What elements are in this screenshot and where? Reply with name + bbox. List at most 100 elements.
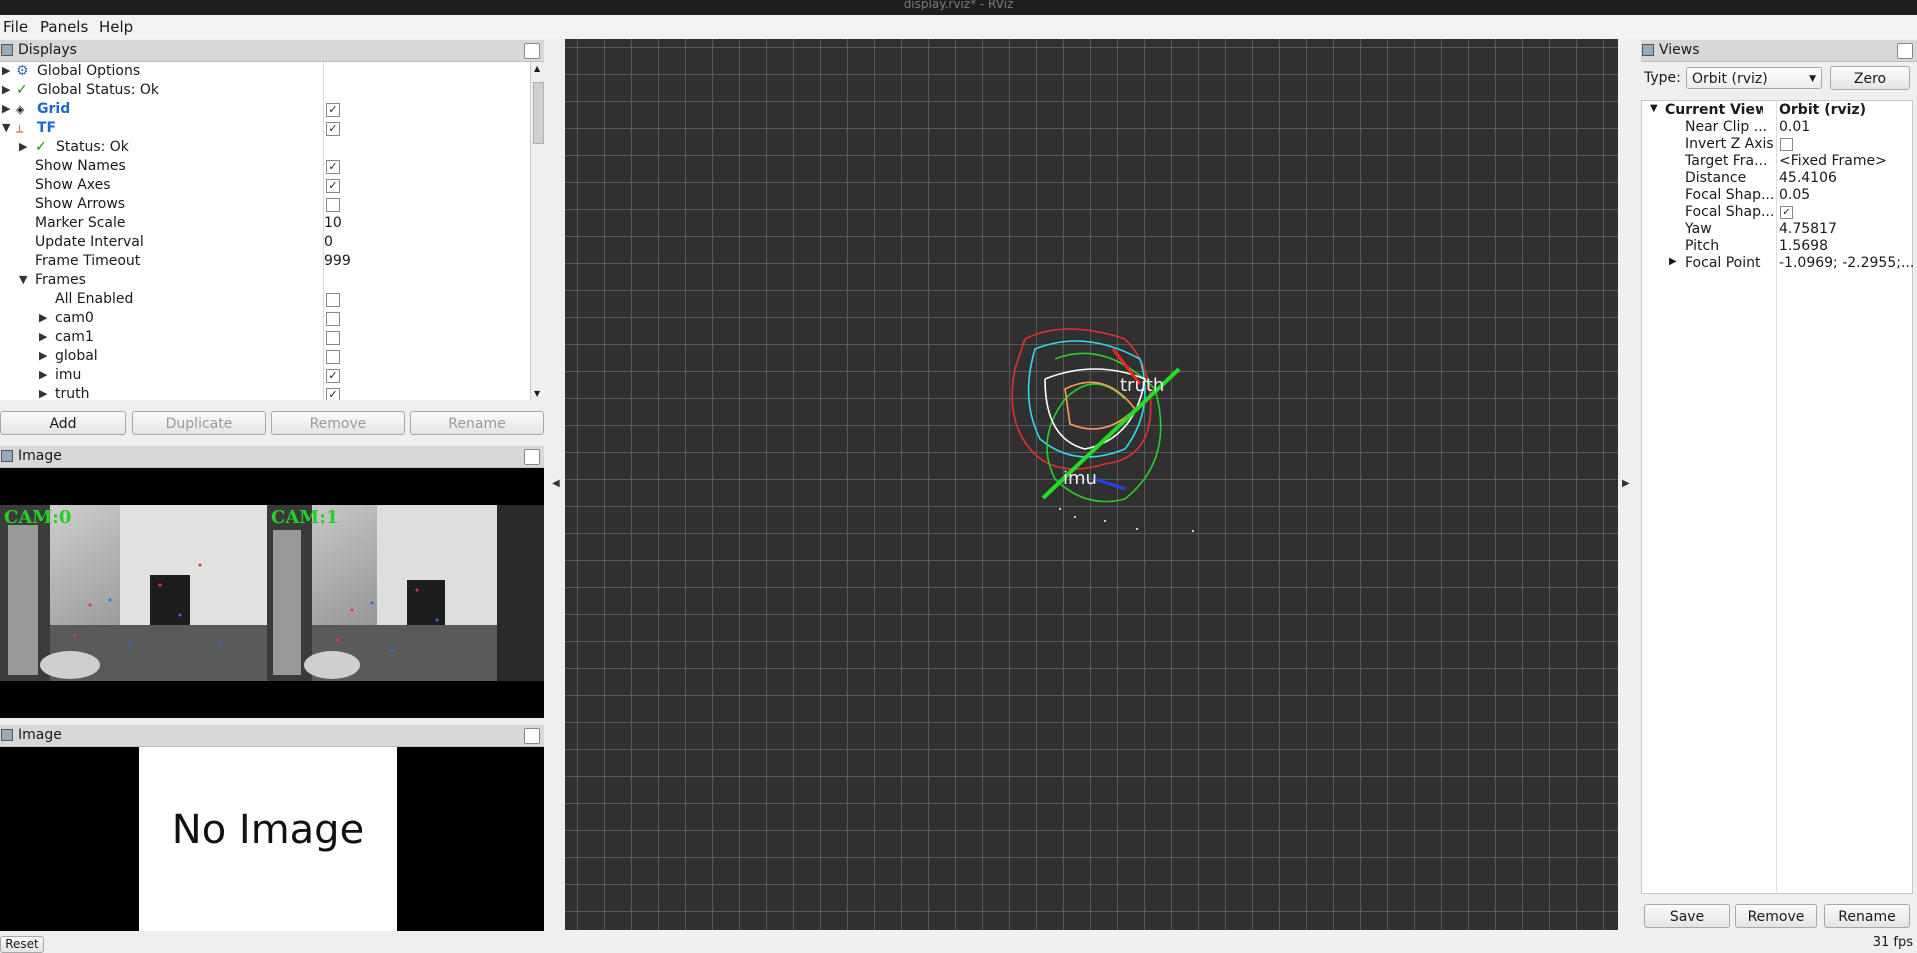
expand-arrow-icon[interactable]: ▶	[2, 83, 10, 96]
prop-row-focal-point[interactable]: ▶ Focal Point -1.0969; -2.2955;...	[1642, 255, 1914, 272]
global-checkbox[interactable]	[326, 350, 340, 364]
show-names-checkbox[interactable]: ✓	[326, 160, 340, 174]
invert-z-checkbox[interactable]	[1780, 138, 1793, 151]
prop-row-target-frame[interactable]: Target Fra... <Fixed Frame>	[1642, 153, 1912, 170]
prop-label: Near Clip ...	[1685, 119, 1768, 135]
duplicate-display-button[interactable]: Duplicate	[132, 411, 266, 435]
tree-row-imu[interactable]: ▶ imu ✓	[0, 366, 530, 385]
focal-shape-fixed-checkbox[interactable]: ✓	[1780, 206, 1793, 219]
expand-arrow-icon[interactable]: ▶	[1669, 256, 1677, 267]
tree-column-divider[interactable]	[323, 62, 324, 400]
expand-arrow-icon[interactable]: ▶	[39, 330, 47, 343]
prop-row-focal-shape-size[interactable]: Focal Shap... 0.05	[1642, 187, 1912, 204]
scroll-down-icon[interactable]: ▼	[534, 389, 540, 398]
cam1-checkbox[interactable]	[326, 331, 340, 345]
expand-arrow-icon[interactable]: ▶	[19, 140, 27, 153]
prop-value[interactable]: 45.4106	[1779, 170, 1837, 186]
grid-enabled-checkbox[interactable]: ✓	[326, 103, 340, 117]
image-panel-2-title: Image	[18, 727, 62, 743]
collapse-arrow-icon[interactable]: ▼	[1650, 103, 1658, 114]
tree-row-truth[interactable]: ▶ truth ✓	[0, 385, 530, 400]
collapse-right-icon[interactable]: ▶	[1622, 478, 1630, 489]
tree-row-frame-timeout[interactable]: Frame Timeout 999	[0, 252, 530, 271]
tree-row-tf[interactable]: ▼ ⟂ TF ✓	[0, 119, 530, 138]
prop-value[interactable]: 0.05	[1779, 187, 1810, 203]
menu-panels[interactable]: Panels	[40, 18, 88, 36]
marker-scale-value[interactable]: 10	[324, 215, 342, 231]
prop-label: Distance	[1685, 170, 1747, 186]
tree-row-frames[interactable]: ▼ Frames	[0, 271, 530, 290]
show-arrows-checkbox[interactable]	[326, 198, 340, 212]
expand-arrow-icon[interactable]: ▶	[39, 311, 47, 324]
cam0-checkbox[interactable]	[326, 312, 340, 326]
tree-row-show-names[interactable]: Show Names ✓	[0, 157, 530, 176]
prop-row-yaw[interactable]: Yaw 4.75817	[1642, 221, 1912, 238]
rename-view-button[interactable]: Rename	[1824, 904, 1910, 928]
remove-display-button[interactable]: Remove	[271, 411, 405, 435]
tree-row-all-enabled[interactable]: All Enabled	[0, 290, 530, 309]
menu-help[interactable]: Help	[99, 18, 133, 36]
panel-float-toggle[interactable]	[524, 449, 540, 465]
tf-enabled-checkbox[interactable]: ✓	[326, 122, 340, 136]
tree-row-cam0[interactable]: ▶ cam0	[0, 309, 530, 328]
add-display-button[interactable]: Add	[0, 411, 126, 435]
prop-row-invert-z[interactable]: Invert Z Axis	[1642, 136, 1912, 153]
trajectory-overlay: truth imu	[1011, 328, 1194, 532]
all-enabled-checkbox[interactable]	[326, 293, 340, 307]
panel-float-toggle[interactable]	[524, 43, 540, 59]
prop-label: Focal Shap...	[1685, 187, 1775, 203]
tree-row-status[interactable]: ▶ ✓ Status: Ok	[0, 138, 530, 157]
prop-value[interactable]: 1.5698	[1779, 238, 1828, 254]
scrollbar-thumb[interactable]	[533, 82, 544, 144]
prop-row-distance[interactable]: Distance 45.4106	[1642, 170, 1912, 187]
panel-float-toggle[interactable]	[1897, 43, 1913, 59]
prop-value[interactable]: 4.75817	[1779, 221, 1837, 237]
zero-view-button[interactable]: Zero	[1830, 66, 1910, 90]
tree-row-grid[interactable]: ▶ ◈ Grid ✓	[0, 100, 530, 119]
tree-row-global-status[interactable]: ▶ ✓ Global Status: Ok	[0, 81, 530, 100]
prop-label: Invert Z Axis	[1685, 136, 1774, 152]
expand-arrow-icon[interactable]: ▶	[39, 368, 47, 381]
expand-arrow-icon[interactable]: ▶	[39, 387, 47, 400]
reset-button[interactable]: Reset	[0, 936, 44, 953]
image-panel-1-header: Image	[0, 446, 544, 468]
displays-scrollbar[interactable]: ▲ ▼	[530, 62, 545, 400]
tree-row-global-options[interactable]: ▶ ⚙ Global Options	[0, 62, 530, 81]
prop-row-near-clip[interactable]: Near Clip ... 0.01	[1642, 119, 1912, 136]
collapse-arrow-icon[interactable]: ▼	[19, 273, 27, 286]
prop-value[interactable]: 0.01	[1779, 119, 1810, 135]
frame-timeout-value[interactable]: 999	[324, 253, 351, 269]
tree-row-global[interactable]: ▶ global	[0, 347, 530, 366]
menu-bar: File Panels Help	[0, 15, 1917, 39]
prop-row-pitch[interactable]: Pitch 1.5698	[1642, 238, 1912, 255]
tree-row-cam1[interactable]: ▶ cam1	[0, 328, 530, 347]
views-column-divider[interactable]	[1776, 100, 1777, 892]
menu-file[interactable]: File	[3, 18, 28, 36]
prop-row-current-view[interactable]: ▼ Current View Orbit (rviz)	[1642, 102, 1912, 119]
collapse-arrow-icon[interactable]: ▼	[2, 121, 10, 134]
remove-view-button[interactable]: Remove	[1735, 904, 1817, 928]
tree-label: Marker Scale	[35, 215, 126, 231]
views-type-select[interactable]: Orbit (rviz) ▼	[1686, 67, 1822, 89]
truth-checkbox[interactable]: ✓	[326, 388, 340, 400]
rename-display-button[interactable]: Rename	[410, 411, 544, 435]
collapse-left-icon[interactable]: ◀	[552, 478, 560, 489]
show-axes-checkbox[interactable]: ✓	[326, 179, 340, 193]
tree-row-show-arrows[interactable]: Show Arrows	[0, 195, 530, 214]
panel-float-toggle[interactable]	[524, 728, 540, 744]
prop-value[interactable]: <Fixed Frame>	[1779, 153, 1887, 169]
expand-arrow-icon[interactable]: ▶	[39, 349, 47, 362]
expand-arrow-icon[interactable]: ▶	[2, 102, 10, 115]
prop-value[interactable]: -1.0969; -2.2955;...	[1779, 255, 1914, 271]
imu-checkbox[interactable]: ✓	[326, 369, 340, 383]
save-view-button[interactable]: Save	[1644, 904, 1730, 928]
check-ok-icon: ✓	[16, 82, 28, 98]
render-3d-view[interactable]: truth imu	[565, 39, 1618, 930]
scroll-up-icon[interactable]: ▲	[534, 64, 540, 73]
prop-row-focal-shape-fixed[interactable]: Focal Shap... ✓	[1642, 204, 1912, 221]
tree-row-show-axes[interactable]: Show Axes ✓	[0, 176, 530, 195]
update-interval-value[interactable]: 0	[324, 234, 333, 250]
tree-row-update-interval[interactable]: Update Interval 0	[0, 233, 530, 252]
expand-arrow-icon[interactable]: ▶	[2, 64, 10, 77]
tree-row-marker-scale[interactable]: Marker Scale 10	[0, 214, 530, 233]
